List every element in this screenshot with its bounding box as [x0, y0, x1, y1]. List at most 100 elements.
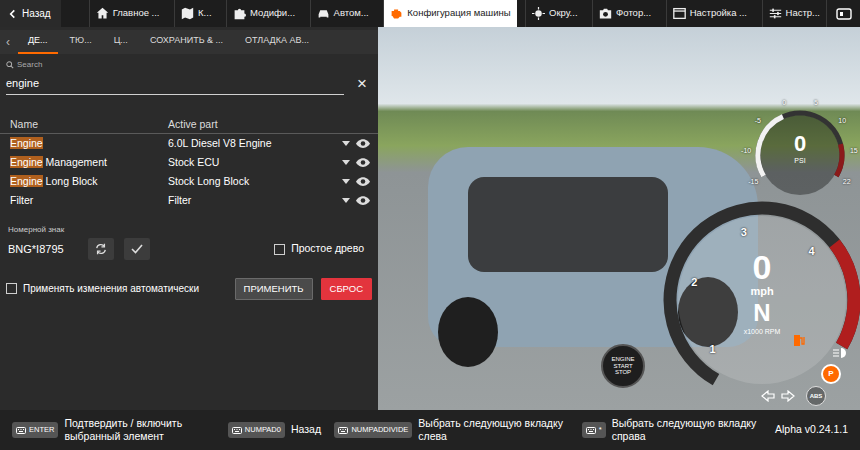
name-fragment: Engine: [10, 175, 43, 187]
nav-tab[interactable]: Окру...: [525, 0, 583, 27]
engine-icon: [390, 7, 403, 20]
table-row[interactable]: Engine 6.0L Diesel V8 Engine: [0, 134, 378, 153]
nav-tab[interactable]: Модифи...: [226, 0, 301, 27]
key-badge: NUMPADDIVIDE: [334, 422, 412, 437]
front-wheel: [438, 297, 498, 367]
active-part: Filter: [168, 193, 336, 209]
nav-tab[interactable]: Настройка ...: [666, 0, 753, 27]
nav-tab[interactable]: Главное ...: [89, 0, 166, 27]
check-icon: [131, 244, 143, 254]
tab-label: Автом...: [334, 6, 369, 20]
car-icon: [317, 7, 330, 20]
subtab[interactable]: ОТЛАДКА АВ...: [235, 30, 319, 54]
map-icon: [181, 7, 194, 20]
boost-tick: 10: [838, 116, 846, 127]
table-header: NameActive part: [0, 117, 378, 135]
boost-readout: 0PSI: [735, 133, 860, 164]
name-fragment: Management: [43, 156, 107, 168]
search-input[interactable]: [6, 73, 344, 95]
active-part: 6.0L Diesel V8 Engine: [168, 136, 336, 152]
puzzle-icon: [233, 7, 246, 20]
name-fragment: Engine: [10, 137, 43, 149]
top-bar: Назад Главное ... К... Модифи... Автом... Кон…: [0, 0, 860, 27]
randomize-plate-button[interactable]: [88, 238, 114, 260]
camera-icon: [599, 7, 612, 20]
rpm-tick: 2: [691, 274, 697, 291]
gear-indicator: N: [753, 301, 770, 325]
boost-tick: 22: [843, 177, 851, 188]
table-row[interactable]: Engine ManagementStock ECU: [0, 153, 378, 172]
nav-tab[interactable]: Настр...: [762, 0, 826, 27]
part-dropdown[interactable]: 6.0L Diesel V8 Engine: [168, 136, 378, 152]
engine-bay: [468, 177, 668, 272]
key-label: *: [599, 424, 602, 435]
simple-tree-toggle[interactable]: Простое древо: [274, 241, 370, 257]
part-slot-name: Engine Long Block: [0, 174, 168, 190]
keyboard-icon: [586, 427, 596, 434]
name-fragment: Filter: [10, 194, 33, 206]
rpm-tick: 1: [709, 341, 715, 358]
tab-label: Модифи...: [250, 6, 295, 20]
action-buttons: ПРИМЕНИТЬ СБРОС: [235, 278, 372, 299]
column-header: Name: [0, 117, 168, 133]
controller-toggle[interactable]: [826, 0, 860, 27]
nav-tab[interactable]: К...: [174, 0, 217, 27]
engine-button-label: ENGINE: [611, 356, 634, 363]
engine-start-stop-button[interactable]: ENGINESTARTSTOP: [601, 344, 645, 388]
eye-icon[interactable]: [356, 158, 370, 167]
back-button[interactable]: Назад: [0, 0, 61, 27]
eye-icon[interactable]: [356, 177, 370, 186]
table-row[interactable]: Engine Long BlockStock Long Block: [0, 172, 378, 191]
table-row[interactable]: Filter Filter: [0, 191, 378, 210]
speed-value: 0: [753, 250, 772, 284]
license-plate-section: Номерной знакBNG*I8795Простое древо: [0, 210, 378, 260]
dropdown-arrow-icon: [342, 160, 350, 165]
part-slot-name: Engine: [0, 136, 168, 152]
version-label: Alpha v0.24.1.1: [775, 422, 848, 438]
name-fragment: Long Block: [43, 175, 98, 187]
reset-button[interactable]: СБРОС: [321, 278, 372, 299]
key-label: ENTER: [29, 424, 54, 435]
keyboard-icon: [338, 427, 348, 434]
search-label-row: Search: [6, 59, 372, 71]
part-dropdown[interactable]: Filter: [168, 193, 378, 209]
nav-tab[interactable]: Автом...: [310, 0, 375, 27]
part-dropdown[interactable]: Stock ECU: [168, 155, 378, 171]
subtab[interactable]: Ц...: [104, 30, 138, 54]
subtab[interactable]: ДЕ...: [18, 30, 58, 54]
nav-tab[interactable]: Конфигурация машины: [383, 0, 516, 27]
eye-icon[interactable]: [356, 196, 370, 205]
subtab[interactable]: СОХРАНИТЬ & ...: [140, 30, 233, 54]
eye-icon[interactable]: [356, 139, 370, 148]
name-fragment: Engine: [10, 156, 43, 168]
key-label: NUMPAD0: [245, 424, 281, 435]
plate-value[interactable]: BNG*I8795: [8, 241, 78, 258]
apply-button[interactable]: ПРИМЕНИТЬ: [235, 278, 313, 299]
key-hint: NUMPAD0Назад: [228, 422, 321, 437]
confirm-plate-button[interactable]: [124, 238, 150, 260]
gamepad-icon: [836, 8, 852, 20]
part-slot-name: Engine Management: [0, 155, 168, 171]
dropdown-arrow-icon: [342, 198, 350, 203]
simple-tree-checkbox[interactable]: [274, 244, 285, 255]
simple-tree-label: Простое древо: [291, 241, 364, 257]
tab-label: Конфигурация машины: [407, 6, 510, 20]
dropdown-arrow-icon: [342, 141, 350, 146]
auto-apply-checkbox[interactable]: [6, 283, 17, 294]
nav-tab[interactable]: Фотор...: [592, 0, 657, 27]
subtab[interactable]: ТЮ...: [60, 30, 102, 54]
plate-row: BNG*I8795 Простое древо: [8, 238, 370, 260]
search-box: Search ×: [0, 54, 378, 95]
speed-unit: mph: [750, 286, 773, 297]
speedometer: 12340mphNx1000 RPMPABS: [657, 195, 860, 405]
vehicle-config-panel: ‹ДЕ...ТЮ...Ц...СОХРАНИТЬ & ...ОТЛАДКА АВ…: [0, 27, 378, 410]
hint-bar: ENTERПодтвердить / включить выбранный эл…: [0, 410, 860, 450]
auto-apply-label: Применять изменения автоматически: [23, 281, 199, 296]
previous-tab-button[interactable]: ‹: [0, 30, 16, 54]
clear-search-button[interactable]: ×: [352, 75, 372, 92]
hint-text: Выбрать следующую вкладку справа: [612, 417, 762, 443]
boost-unit: PSI: [794, 157, 805, 164]
warning-indicator: P: [821, 364, 841, 384]
tab-label: Окру...: [549, 6, 577, 20]
part-dropdown[interactable]: Stock Long Block: [168, 174, 378, 190]
